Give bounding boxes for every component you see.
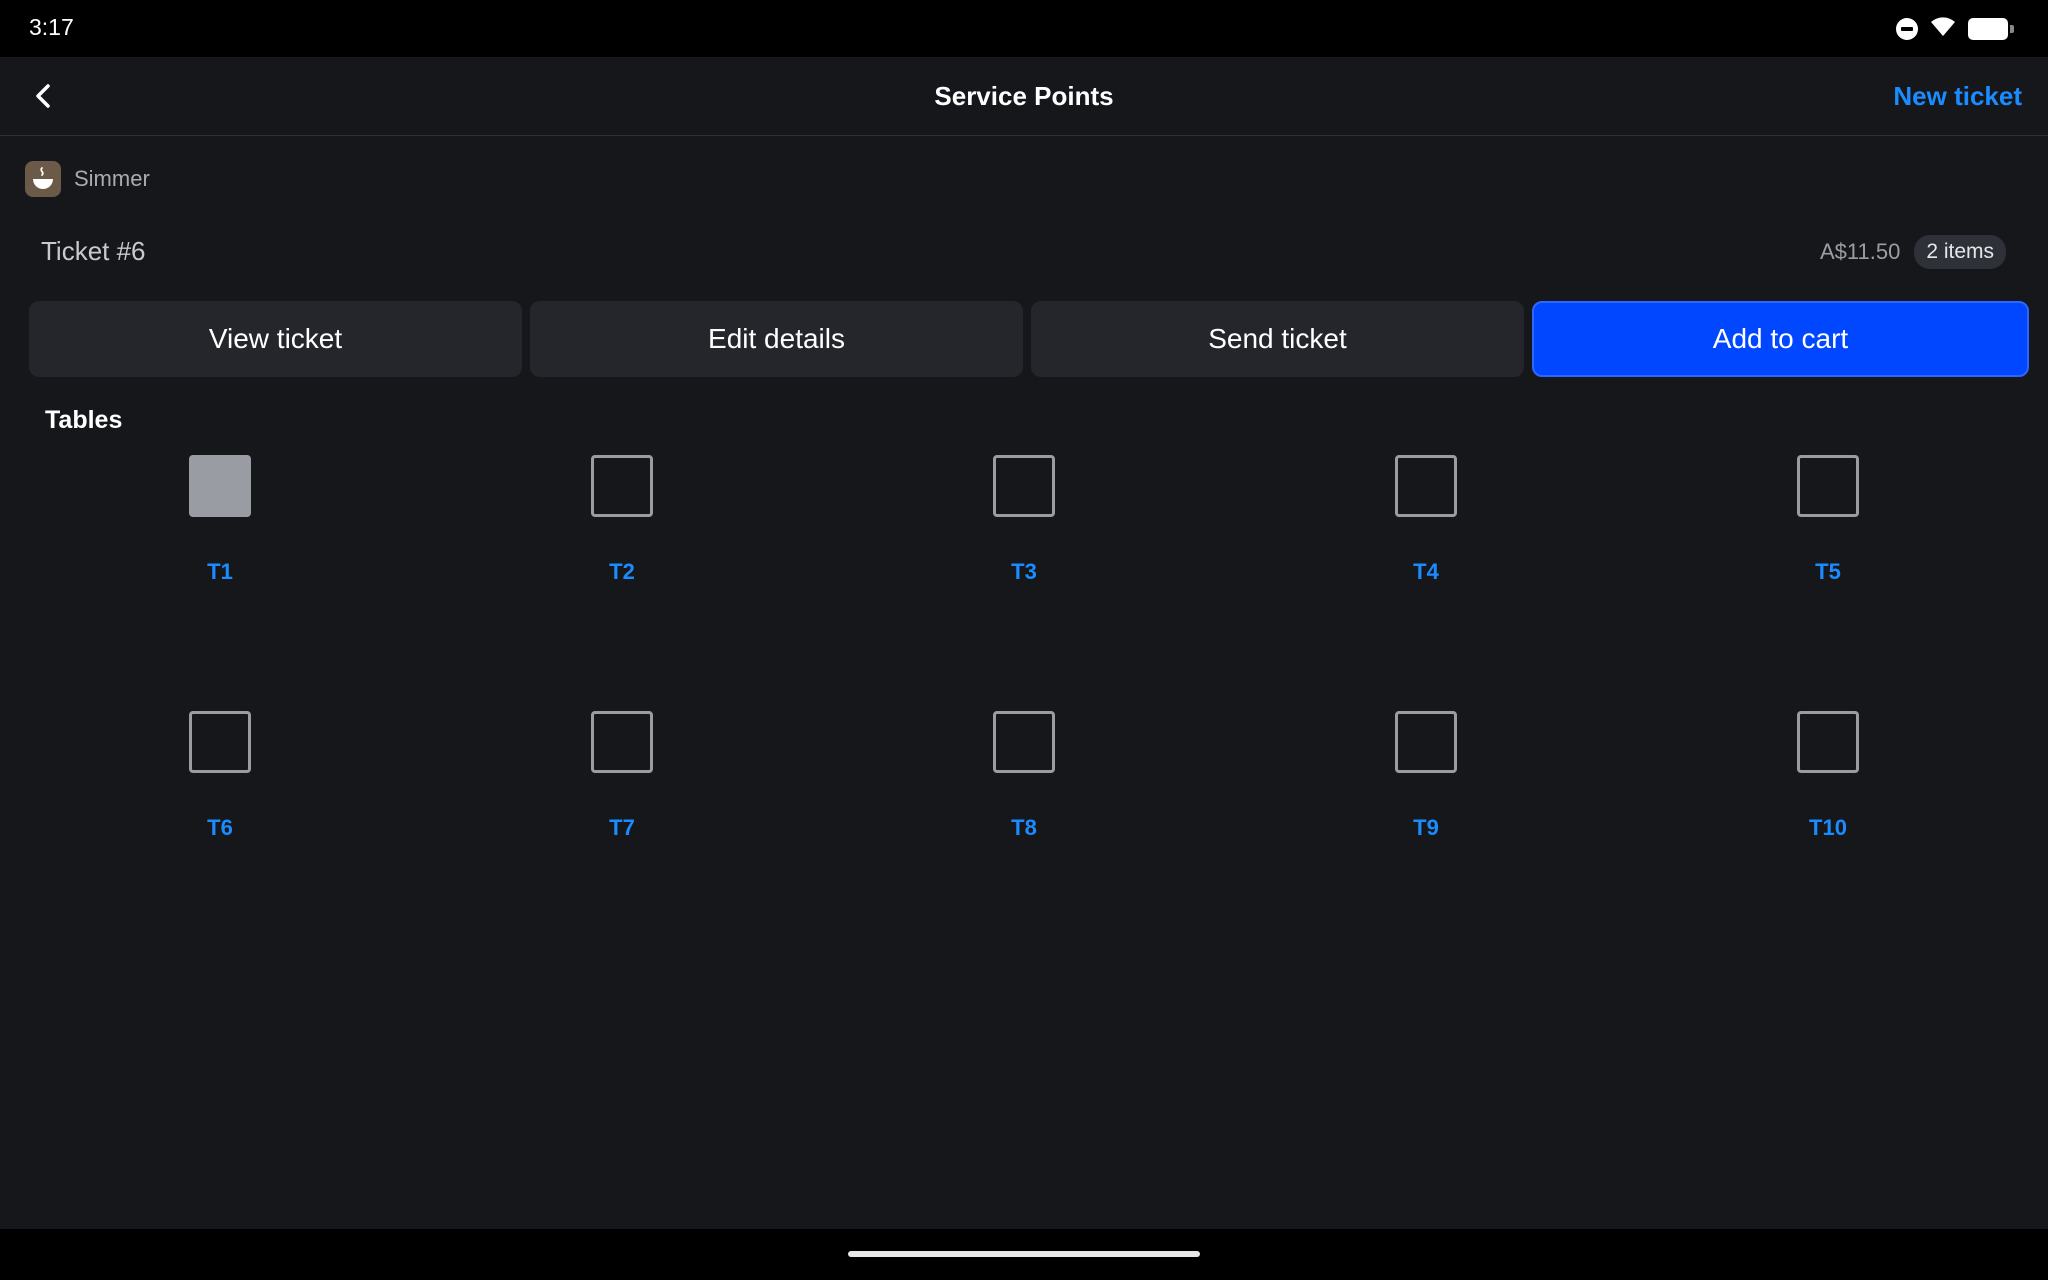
edit-details-button[interactable]: Edit details bbox=[530, 301, 1023, 377]
table-tile-t1[interactable]: T1 bbox=[19, 455, 421, 711]
table-icon bbox=[591, 455, 653, 517]
table-label: T7 bbox=[609, 815, 635, 840]
table-label: T2 bbox=[609, 559, 635, 584]
new-ticket-button[interactable]: New ticket bbox=[1893, 81, 2022, 112]
table-tile-t10[interactable]: T10 bbox=[1627, 711, 2029, 967]
home-indicator[interactable] bbox=[848, 1251, 1200, 1257]
table-label: T10 bbox=[1809, 815, 1847, 840]
view-ticket-button[interactable]: View ticket bbox=[29, 301, 522, 377]
table-icon bbox=[1797, 711, 1859, 773]
table-tile-t6[interactable]: T6 bbox=[19, 711, 421, 967]
table-label: T1 bbox=[207, 559, 233, 584]
table-icon bbox=[993, 455, 1055, 517]
table-tile-t2[interactable]: T2 bbox=[421, 455, 823, 711]
table-tile-t7[interactable]: T7 bbox=[421, 711, 823, 967]
ticket-label: Ticket #6 bbox=[41, 236, 146, 266]
table-icon bbox=[1797, 455, 1859, 517]
table-icon bbox=[1395, 711, 1457, 773]
venue-info: Simmer bbox=[25, 161, 150, 197]
table-tile-t8[interactable]: T8 bbox=[823, 711, 1225, 967]
table-icon bbox=[189, 711, 251, 773]
items-count-badge: 2 items bbox=[1914, 235, 2006, 269]
app-screen: 3:17 Service Points New ticket Simmer Ti… bbox=[0, 0, 2048, 1280]
table-tile-t3[interactable]: T3 bbox=[823, 455, 1225, 711]
do-not-disturb-icon bbox=[1896, 18, 1918, 40]
page-title: Service Points bbox=[934, 81, 1114, 111]
battery-icon bbox=[1968, 18, 2014, 40]
venue-name: Simmer bbox=[74, 166, 150, 191]
table-tile-t9[interactable]: T9 bbox=[1225, 711, 1627, 967]
tables-grid: T1 T2 T3 T4 T5 T6 T7 T8 T9 T10 bbox=[19, 455, 2029, 967]
send-ticket-button[interactable]: Send ticket bbox=[1031, 301, 1524, 377]
table-label: T9 bbox=[1413, 815, 1439, 840]
ticket-total: A$11.50 bbox=[1819, 239, 1901, 264]
table-tile-t4[interactable]: T4 bbox=[1225, 455, 1627, 711]
app-header: Service Points New ticket bbox=[0, 57, 2048, 136]
table-label: T4 bbox=[1413, 559, 1439, 584]
navigation-bar bbox=[0, 1229, 2048, 1280]
coffee-cup-icon bbox=[25, 161, 61, 197]
table-icon bbox=[189, 455, 251, 517]
table-icon bbox=[1395, 455, 1457, 517]
table-label: T5 bbox=[1815, 559, 1841, 584]
ticket-actions: View ticket Edit details Send ticket Add… bbox=[29, 301, 2029, 377]
table-icon bbox=[993, 711, 1055, 773]
tables-section-title: Tables bbox=[45, 406, 123, 434]
table-label: T6 bbox=[207, 815, 233, 840]
status-icons bbox=[1896, 16, 2014, 42]
wifi-icon bbox=[1930, 16, 1956, 43]
add-to-cart-button[interactable]: Add to cart bbox=[1532, 301, 2029, 377]
table-tile-t5[interactable]: T5 bbox=[1627, 455, 2029, 711]
table-label: T3 bbox=[1011, 559, 1037, 584]
status-bar: 3:17 bbox=[0, 0, 2048, 57]
table-label: T8 bbox=[1011, 815, 1037, 840]
ticket-summary: A$11.50 2 items bbox=[1820, 235, 2006, 269]
table-icon bbox=[591, 711, 653, 773]
status-time: 3:17 bbox=[29, 14, 74, 40]
